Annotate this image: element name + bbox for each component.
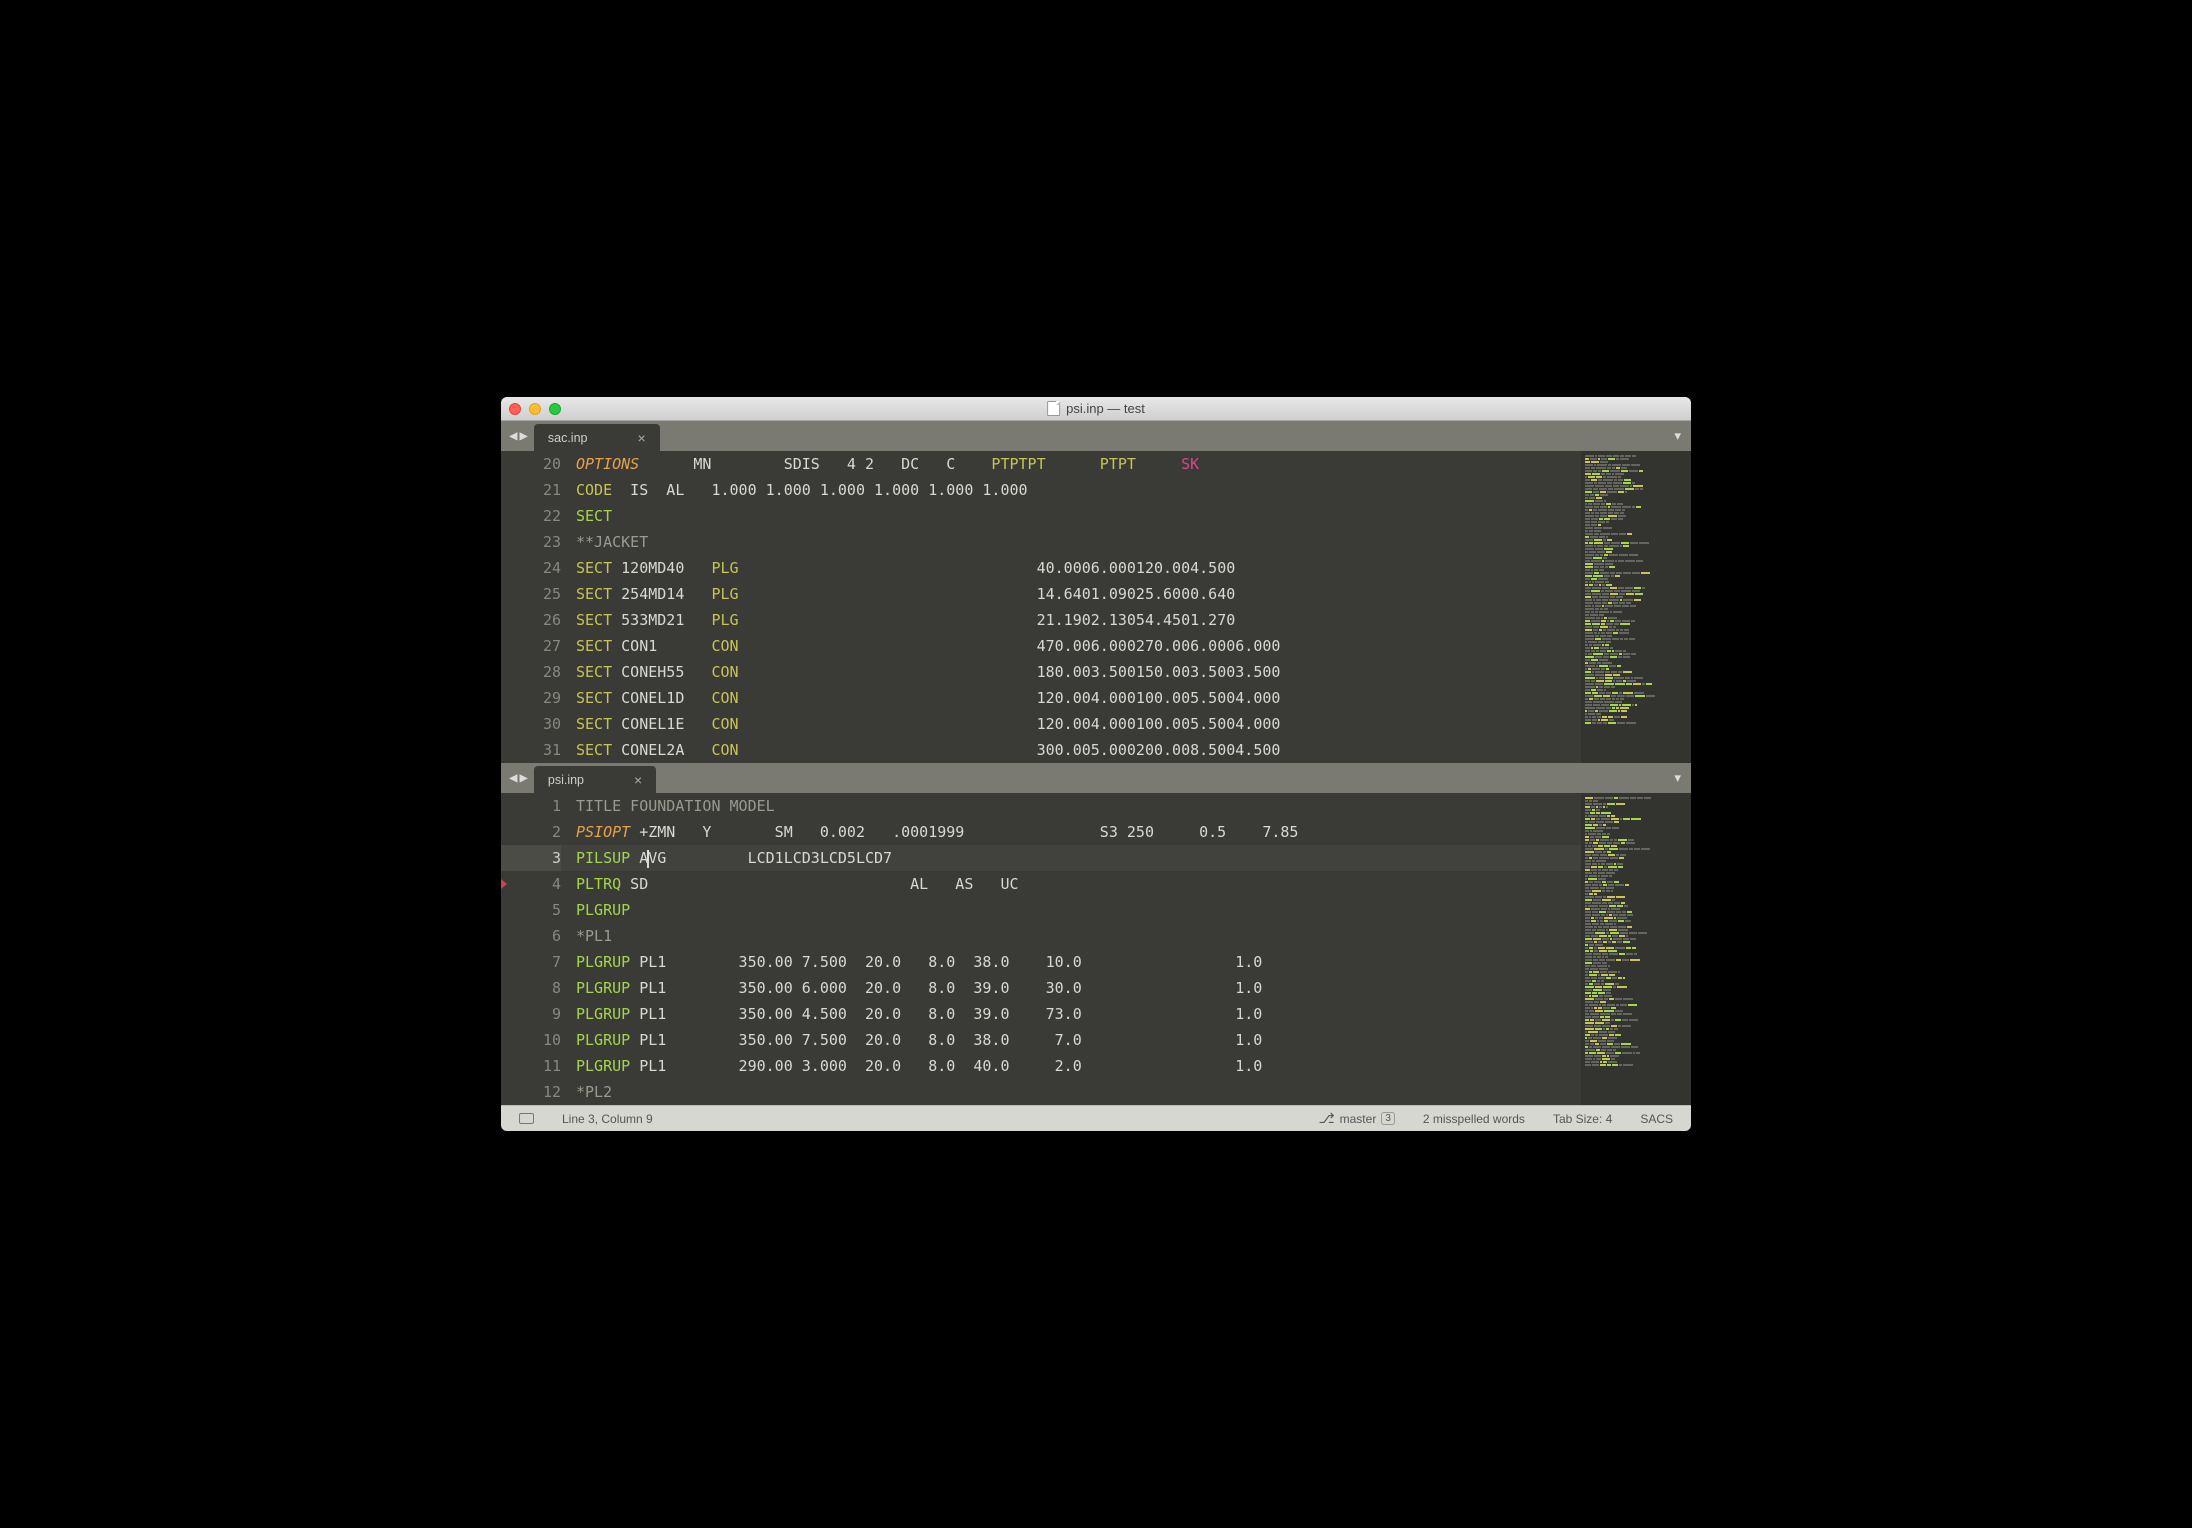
nav-forward-icon[interactable]: ▶: [519, 770, 527, 786]
code-line[interactable]: PLGRUP PL1 350.00 6.000 20.0 8.0 39.0 30…: [576, 975, 1581, 1001]
code-line[interactable]: PLGRUP PL1 350.00 7.500 20.0 8.0 38.0 7.…: [576, 1027, 1581, 1053]
tab-label: sac.inp: [548, 431, 588, 445]
tab-sac-inp[interactable]: sac.inp ×: [534, 424, 660, 451]
line-number: 29: [501, 685, 561, 711]
line-number: 1: [501, 793, 561, 819]
line-number: 10: [501, 1027, 561, 1053]
line-number: 12: [501, 1079, 561, 1105]
window-title-text: psi.inp — test: [1066, 401, 1145, 416]
line-number: 26: [501, 607, 561, 633]
line-number: 30: [501, 711, 561, 737]
close-tab-icon[interactable]: ×: [634, 772, 642, 788]
code-line[interactable]: SECT: [576, 503, 1581, 529]
code-line[interactable]: SECT 533MD21 PLG 21.1902.13054.4501.270: [576, 607, 1581, 633]
code-line[interactable]: SECT 254MD14 PLG 14.6401.09025.6000.640: [576, 581, 1581, 607]
line-number: 31: [501, 737, 561, 763]
nav-forward-icon[interactable]: ▶: [519, 428, 527, 444]
window-title: psi.inp — test: [1047, 401, 1145, 416]
status-cursor-position[interactable]: Line 3, Column 9: [554, 1112, 661, 1126]
code-line[interactable]: TITLE FOUNDATION MODEL: [576, 793, 1581, 819]
close-tab-icon[interactable]: ×: [637, 430, 645, 446]
git-branch-icon: ⎇: [1319, 1110, 1335, 1127]
status-bar: Line 3, Column 9 ⎇ master 3 2 misspelled…: [501, 1105, 1691, 1131]
code-line[interactable]: PLGRUP PL1 350.00 4.500 20.0 8.0 39.0 73…: [576, 1001, 1581, 1027]
code-line[interactable]: SECT CON1 CON 470.006.000270.006.0006.00…: [576, 633, 1581, 659]
git-changes-badge: 3: [1381, 1112, 1395, 1125]
line-number: 22: [501, 503, 561, 529]
editor-pane-top: 202122232425262728293031 OPTIONS MN SDIS…: [501, 451, 1691, 763]
code-line[interactable]: PILSUP AVG LCD1LCD3LCD5LCD7: [576, 845, 1581, 871]
line-number: 25: [501, 581, 561, 607]
tab-psi-inp[interactable]: psi.inp ×: [534, 766, 656, 793]
line-number: 11: [501, 1053, 561, 1079]
line-number: 2: [501, 819, 561, 845]
code-line[interactable]: *PL1: [576, 923, 1581, 949]
line-number: 20: [501, 451, 561, 477]
code-line[interactable]: SECT CONEL2A CON 300.005.000200.008.5004…: [576, 737, 1581, 763]
code-line[interactable]: SECT CONEH55 CON 180.003.500150.003.5003…: [576, 659, 1581, 685]
code-line[interactable]: PLTRQ SD AL AS UC: [576, 871, 1581, 897]
code-editor-content[interactable]: OPTIONS MN SDIS 4 2 DC C PTPTPT PTPT SKC…: [576, 451, 1581, 763]
document-icon: [1047, 401, 1060, 416]
code-line[interactable]: PLGRUP PL1 350.00 7.500 20.0 8.0 38.0 10…: [576, 949, 1581, 975]
line-number: 28: [501, 659, 561, 685]
minimap[interactable]: [1581, 451, 1691, 763]
nav-back-icon[interactable]: ◀: [509, 428, 517, 444]
line-number: 24: [501, 555, 561, 581]
panel-icon: [519, 1113, 534, 1124]
code-line[interactable]: SECT CONEL1E CON 120.004.000100.005.5004…: [576, 711, 1581, 737]
nav-back-icon[interactable]: ◀: [509, 770, 517, 786]
close-window-button[interactable]: [509, 403, 521, 415]
editor-window: psi.inp — test ◀ ▶ sac.inp × ▼ 202122232…: [501, 397, 1691, 1131]
minimap[interactable]: [1581, 793, 1691, 1105]
line-number: 8: [501, 975, 561, 1001]
minimize-window-button[interactable]: [529, 403, 541, 415]
tab-label: psi.inp: [548, 773, 584, 787]
tab-history-nav: ◀ ▶: [507, 763, 534, 793]
code-line[interactable]: SECT 120MD40 PLG 40.0006.000120.004.500: [576, 555, 1581, 581]
tab-history-nav: ◀ ▶: [507, 421, 534, 451]
status-git-branch[interactable]: ⎇ master 3: [1311, 1110, 1403, 1127]
status-tab-size[interactable]: Tab Size: 4: [1545, 1112, 1620, 1126]
line-number-gutter[interactable]: 202122232425262728293031: [501, 451, 576, 763]
code-line[interactable]: OPTIONS MN SDIS 4 2 DC C PTPTPT PTPT SK: [576, 451, 1581, 477]
window-titlebar: psi.inp — test: [501, 397, 1691, 421]
code-editor-content[interactable]: TITLE FOUNDATION MODELPSIOPT +ZMN Y SM 0…: [576, 793, 1581, 1105]
line-number-gutter[interactable]: 123456789101112: [501, 793, 576, 1105]
tabbar-top: ◀ ▶ sac.inp × ▼: [501, 421, 1691, 451]
line-number: 5: [501, 897, 561, 923]
code-line[interactable]: CODE IS AL 1.000 1.000 1.000 1.000 1.000…: [576, 477, 1581, 503]
tab-dropdown-icon[interactable]: ▼: [1674, 772, 1681, 785]
line-number: 27: [501, 633, 561, 659]
code-line[interactable]: PLGRUP: [576, 897, 1581, 923]
line-number: 4: [501, 871, 561, 897]
zoom-window-button[interactable]: [549, 403, 561, 415]
line-number: 6: [501, 923, 561, 949]
code-line[interactable]: *PL2: [576, 1079, 1581, 1105]
code-line[interactable]: **JACKET: [576, 529, 1581, 555]
code-line[interactable]: SECT CONEL1D CON 120.004.000100.005.5004…: [576, 685, 1581, 711]
traffic-lights: [509, 403, 561, 415]
line-number: 21: [501, 477, 561, 503]
status-syntax[interactable]: SACS: [1632, 1112, 1681, 1126]
line-number: 23: [501, 529, 561, 555]
tabbar-bottom: ◀ ▶ psi.inp × ▼: [501, 763, 1691, 793]
line-number: 7: [501, 949, 561, 975]
code-line[interactable]: PSIOPT +ZMN Y SM 0.002 .0001999 S3 250 0…: [576, 819, 1581, 845]
status-panel-toggle[interactable]: [511, 1113, 542, 1124]
editor-pane-bottom: 123456789101112 TITLE FOUNDATION MODELPS…: [501, 793, 1691, 1105]
code-line[interactable]: PLGRUP PL1 290.00 3.000 20.0 8.0 40.0 2.…: [576, 1053, 1581, 1079]
status-spellcheck[interactable]: 2 misspelled words: [1415, 1112, 1533, 1126]
line-number: 9: [501, 1001, 561, 1027]
tab-dropdown-icon[interactable]: ▼: [1674, 430, 1681, 443]
